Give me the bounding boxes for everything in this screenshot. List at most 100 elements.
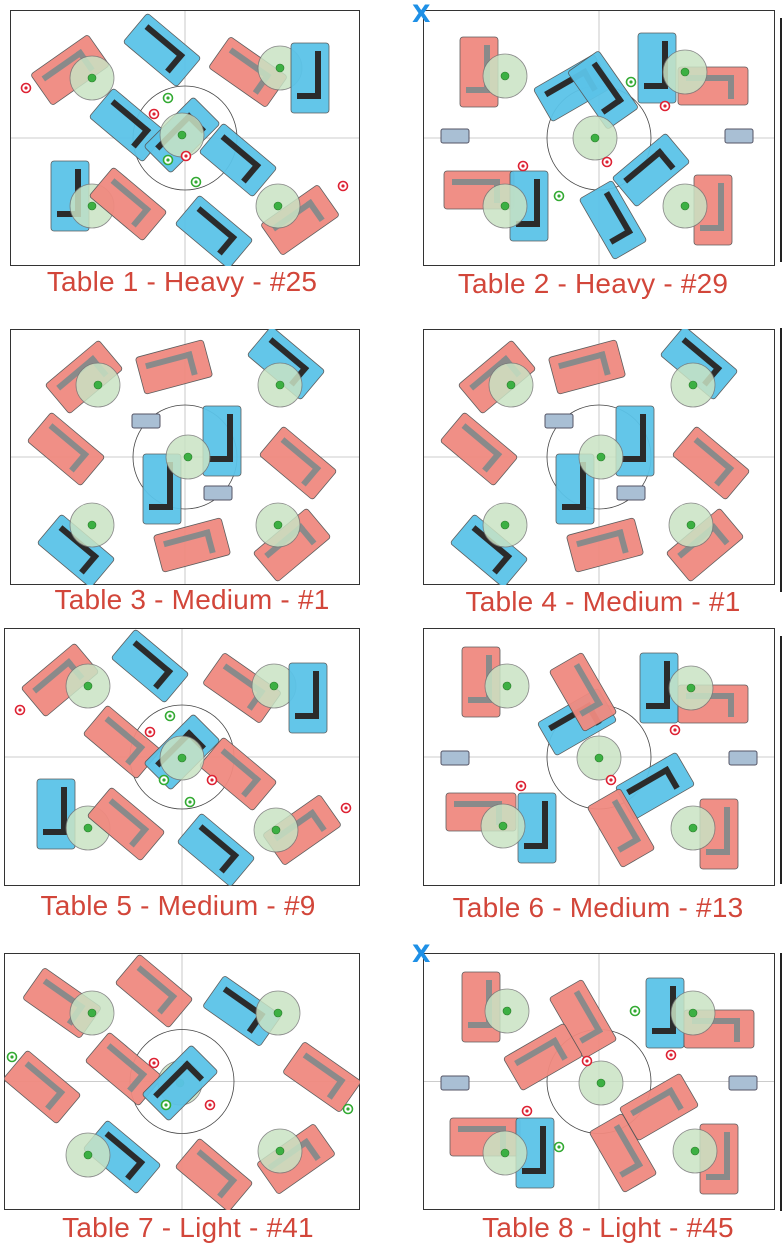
person-dot	[83, 681, 93, 691]
person-dot	[273, 201, 283, 211]
marker-core	[210, 778, 214, 782]
marker-core	[18, 708, 22, 712]
panel-table-3	[10, 329, 360, 585]
marker-core	[10, 1055, 14, 1059]
marker-core	[166, 158, 170, 162]
marker-core	[633, 1009, 637, 1013]
desk-surface	[290, 42, 330, 114]
marker-core	[521, 164, 525, 168]
panel-table-5	[4, 628, 360, 886]
marker-core	[148, 730, 152, 734]
chair-row	[646, 703, 670, 709]
person-dot	[688, 1008, 698, 1018]
marker-core	[557, 194, 561, 198]
marker-core	[557, 1145, 561, 1149]
marker-core	[184, 154, 188, 158]
chair-row	[644, 83, 668, 89]
person-dot	[269, 681, 279, 691]
screen	[131, 413, 161, 429]
person-dot	[680, 201, 690, 211]
person-dot	[87, 1008, 97, 1018]
screen	[728, 1075, 758, 1091]
chair-row	[452, 179, 500, 185]
marker-core	[346, 1107, 350, 1111]
screen	[728, 750, 758, 766]
person-dot	[273, 520, 283, 530]
person-dot	[688, 380, 698, 390]
person-dot	[500, 520, 510, 530]
layout-table-8	[423, 953, 775, 1210]
panel-table-7	[4, 953, 360, 1210]
x-mark-table-8: X	[412, 940, 431, 968]
person-dot	[87, 201, 97, 211]
person-dot	[271, 825, 281, 835]
bracket-row-1	[776, 18, 782, 262]
screen	[724, 128, 754, 144]
person-dot	[500, 1148, 510, 1158]
chair-row	[718, 183, 724, 231]
chair-row	[149, 504, 173, 510]
bracket-row-4	[776, 953, 782, 1211]
marker-core	[162, 778, 166, 782]
chair-row	[458, 1126, 506, 1132]
marker-core	[168, 714, 172, 718]
caption-table-6: Table 6 - Medium - #13	[452, 892, 744, 923]
chair-row	[522, 1168, 546, 1174]
person-dot	[83, 823, 93, 833]
marker-core	[525, 1109, 529, 1113]
person-dot	[177, 753, 187, 763]
person-dot	[690, 1146, 700, 1156]
person-dot	[93, 380, 103, 390]
bracket-row-2	[776, 328, 782, 592]
chair-row	[706, 1174, 730, 1180]
screen	[616, 485, 646, 501]
marker-core	[341, 184, 345, 188]
layout-table-3	[10, 329, 360, 585]
chair-row	[562, 504, 586, 510]
person-dot	[273, 1008, 283, 1018]
marker-core	[673, 728, 677, 732]
caption-table-8: Table 8 - Light - #45	[482, 1212, 734, 1243]
screen	[544, 413, 574, 429]
marker-core	[152, 1061, 156, 1065]
marker-core	[629, 80, 633, 84]
screen	[203, 485, 233, 501]
person-dot	[686, 520, 696, 530]
chair-row	[43, 829, 67, 835]
chair-row	[724, 1132, 730, 1180]
caption-table-4: Table 4 - Medium - #1	[465, 586, 741, 617]
caption-table-1: Table 1 - Heavy - #25	[46, 266, 318, 297]
person-dot	[87, 520, 97, 530]
caption-table-5: Table 5 - Medium - #9	[40, 890, 316, 921]
chair-row	[524, 843, 548, 849]
person-dot	[498, 821, 508, 831]
person-dot	[500, 201, 510, 211]
person-dot	[177, 130, 187, 140]
marker-core	[519, 784, 523, 788]
marker-core	[194, 180, 198, 184]
marker-core	[164, 1103, 168, 1107]
person-dot	[680, 67, 690, 77]
person-dot	[594, 753, 604, 763]
chair-row	[728, 693, 734, 717]
chair-row	[728, 75, 734, 99]
chair-row	[534, 179, 540, 227]
layout-table-5	[4, 628, 360, 886]
chair-row	[622, 456, 646, 462]
person-dot	[506, 380, 516, 390]
chair-row	[297, 93, 321, 99]
layout-table-2	[423, 10, 775, 266]
chair-row	[724, 807, 730, 855]
panel-table-2	[423, 10, 775, 266]
marker-core	[188, 800, 192, 804]
marker-core	[609, 778, 613, 782]
marker-core	[166, 96, 170, 100]
person-dot	[183, 452, 193, 462]
screen	[440, 750, 470, 766]
person-dot	[686, 683, 696, 693]
layout-table-6	[423, 628, 775, 886]
bracket-row-3	[776, 636, 782, 884]
person-dot	[83, 1150, 93, 1160]
caption-table-7: Table 7 - Light - #41	[62, 1212, 314, 1243]
person-dot	[500, 71, 510, 81]
